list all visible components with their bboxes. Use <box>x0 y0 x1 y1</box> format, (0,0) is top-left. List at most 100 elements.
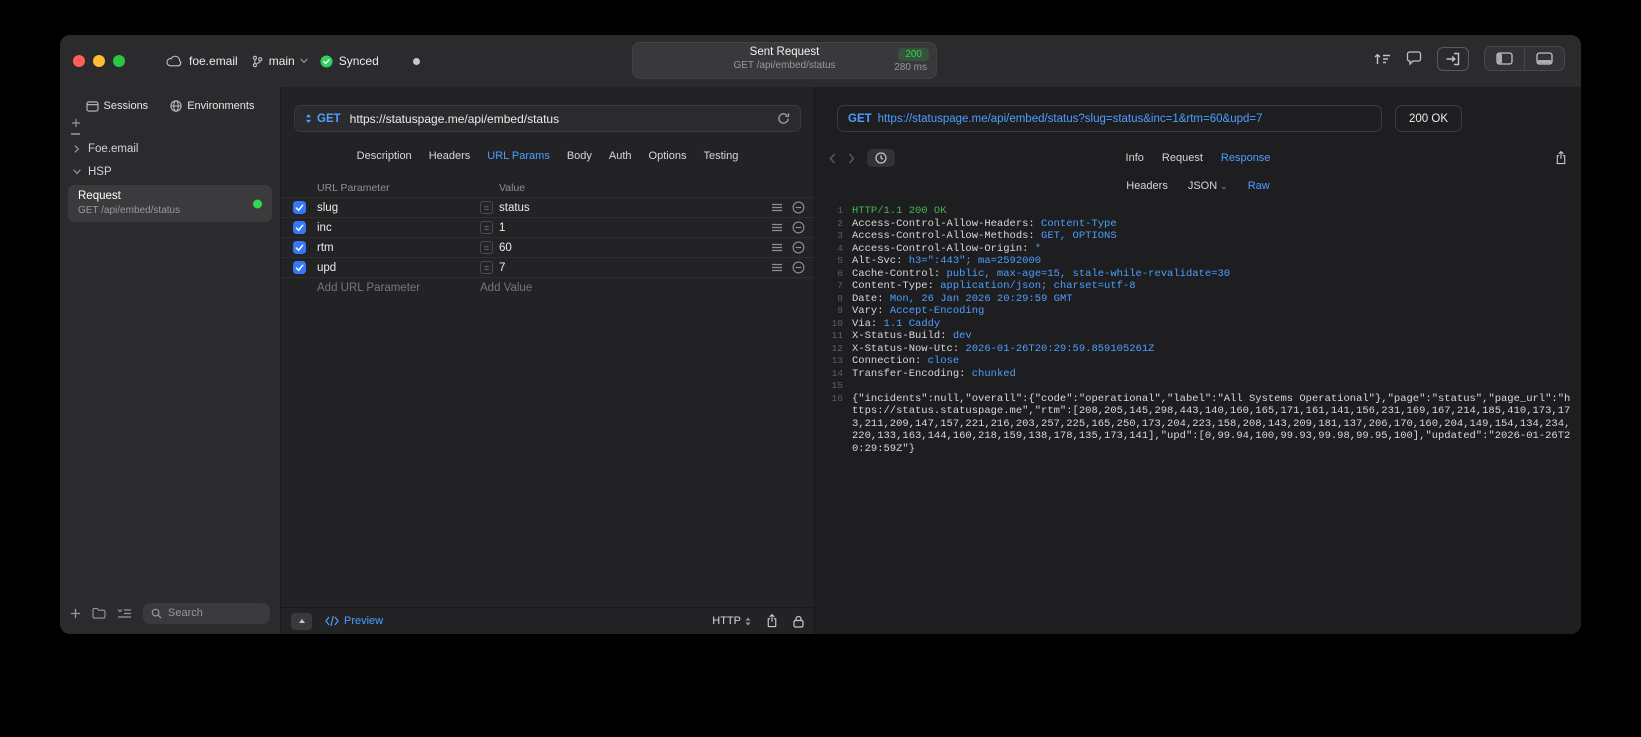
toggle-bottom-panel-icon[interactable] <box>1524 47 1564 70</box>
param-row: slug = status <box>281 197 814 217</box>
new-folder-icon[interactable] <box>92 607 106 619</box>
response-tab-info[interactable]: Info <box>1126 152 1144 164</box>
request-tab-headers[interactable]: Headers <box>429 150 471 162</box>
remove-row-icon[interactable] <box>792 201 805 214</box>
add-param-row[interactable]: Add URL Parameter Add Value <box>281 277 814 297</box>
response-request-url[interactable]: GET https://statuspage.me/api/embed/stat… <box>837 105 1382 132</box>
comment-icon[interactable] <box>1406 51 1422 66</box>
param-value[interactable]: 7 <box>499 262 762 274</box>
response-subtab-headers[interactable]: Headers <box>1126 180 1168 192</box>
response-subtab-json[interactable]: JSON ⌄ <box>1188 180 1228 192</box>
line-number: 4 <box>837 242 843 254</box>
request-tab-testing[interactable]: Testing <box>703 150 738 162</box>
sidebar-tabs: Sessions Environments <box>60 100 280 112</box>
row-menu-icon[interactable] <box>771 203 783 212</box>
request-tab-url-params[interactable]: URL Params <box>487 150 550 162</box>
request-tab-description[interactable]: Description <box>357 150 412 162</box>
code-icon <box>325 616 339 626</box>
chevron-down-icon[interactable] <box>300 58 308 64</box>
chevron-down-icon[interactable] <box>73 169 81 175</box>
response-tab-request[interactable]: Request <box>1162 152 1203 164</box>
response-line: 1 HTTP/1.1 200 OK <box>823 205 1575 218</box>
param-value[interactable]: status <box>499 202 762 214</box>
request-url[interactable]: https://statuspage.me/api/embed/status <box>350 112 772 126</box>
chevron-right-icon[interactable] <box>73 144 81 153</box>
session-add-remove <box>71 118 81 135</box>
sync-status-label: Synced <box>338 54 379 68</box>
response-tab-response[interactable]: Response <box>1221 152 1271 164</box>
param-value[interactable]: 60 <box>499 242 762 254</box>
sidebar-request-item[interactable]: Request GET /api/embed/status <box>68 185 272 222</box>
params-table-body: slug = status inc = 1 rtm = 60 upd = 7 <box>281 197 814 277</box>
line-number: 3 <box>837 230 843 241</box>
tab-environments[interactable]: Environments <box>170 100 254 112</box>
tab-sessions[interactable]: Sessions <box>85 100 149 112</box>
import-export-icon[interactable] <box>1437 46 1469 71</box>
param-checkbox[interactable] <box>293 261 306 274</box>
close-window-button[interactable] <box>73 55 85 67</box>
request-tab-options[interactable]: Options <box>649 150 687 162</box>
response-body-view[interactable]: 1 HTTP/1.1 200 OK 2 Access-Control-Allow-He… <box>823 205 1575 628</box>
remove-row-icon[interactable] <box>792 261 805 274</box>
sort-icon[interactable] <box>1374 52 1391 66</box>
synced-check-icon <box>320 54 333 68</box>
response-line: 6 Cache-Control: public, max-age=15, stal… <box>823 268 1575 281</box>
toggle-left-panel-icon[interactable] <box>1485 47 1524 70</box>
cloud-icon <box>166 55 182 67</box>
response-nav-bar: Info Request Response <box>829 147 1567 169</box>
param-name[interactable]: upd <box>317 262 480 274</box>
share-icon[interactable] <box>766 614 778 628</box>
request-item-subtitle: GET /api/embed/status <box>78 205 181 216</box>
sessions-tab-label: Sessions <box>103 100 149 112</box>
remove-session-icon[interactable] <box>71 133 81 135</box>
row-menu-icon[interactable] <box>771 243 783 252</box>
row-menu-icon[interactable] <box>771 263 783 272</box>
add-param-value-placeholder[interactable]: Add Value <box>480 282 805 294</box>
toggle-console-button[interactable] <box>291 612 312 630</box>
remove-row-icon[interactable] <box>792 241 805 254</box>
project-name[interactable]: foe.email <box>189 54 238 68</box>
search-input[interactable]: Search <box>143 602 270 624</box>
minimize-window-button[interactable] <box>93 55 105 67</box>
param-name[interactable]: slug <box>317 202 480 214</box>
request-tab-body[interactable]: Body <box>567 150 592 162</box>
titlebar-toolbar <box>1374 46 1565 71</box>
tree-item-label: Foe.email <box>88 142 139 155</box>
response-url: https://statuspage.me/api/embed/status?s… <box>877 112 1263 125</box>
param-name[interactable]: inc <box>317 222 480 234</box>
lock-icon[interactable] <box>793 615 804 628</box>
param-value[interactable]: 1 <box>499 222 762 234</box>
method-select-icon[interactable] <box>305 113 312 124</box>
add-session-icon[interactable] <box>71 118 81 128</box>
row-menu-icon[interactable] <box>771 223 783 232</box>
request-tab-auth[interactable]: Auth <box>609 150 632 162</box>
param-checkbox[interactable] <box>293 241 306 254</box>
tree-item-hsp[interactable]: HSP <box>60 160 280 183</box>
param-checkbox[interactable] <box>293 201 306 214</box>
request-method[interactable]: GET <box>317 113 341 125</box>
response-method: GET <box>848 112 872 125</box>
preview-button[interactable]: Preview <box>325 615 383 627</box>
list-view-icon[interactable] <box>117 608 132 619</box>
remove-row-icon[interactable] <box>792 221 805 234</box>
add-param-name-placeholder[interactable]: Add URL Parameter <box>317 282 480 294</box>
response-line: 10 Via: 1.1 Caddy <box>823 318 1575 331</box>
tree-item-foe-email[interactable]: Foe.email <box>60 137 280 160</box>
resend-request-icon[interactable] <box>777 112 790 125</box>
param-name[interactable]: rtm <box>317 242 480 254</box>
request-url-bar[interactable]: GET https://statuspage.me/api/embed/stat… <box>294 105 801 132</box>
line-number: 14 <box>831 367 843 379</box>
param-checkbox[interactable] <box>293 221 306 234</box>
param-row: upd = 7 <box>281 257 814 277</box>
response-line: 13 Connection: close <box>823 355 1575 368</box>
add-request-icon[interactable] <box>70 608 81 619</box>
titlebar: foe.email main Synced Sent Request 200 G… <box>60 35 1581 87</box>
sent-request-summary[interactable]: Sent Request 200 GET /api/embed/status 2… <box>632 42 937 79</box>
response-line: 2 Access-Control-Allow-Headers: Content-T… <box>823 218 1575 231</box>
branch-name[interactable]: main <box>269 54 295 68</box>
zoom-window-button[interactable] <box>113 55 125 67</box>
equals-icon: = <box>480 201 493 214</box>
equals-icon: = <box>480 241 493 254</box>
response-subtab-raw[interactable]: Raw <box>1248 180 1270 192</box>
protocol-select[interactable]: HTTP <box>712 615 751 627</box>
